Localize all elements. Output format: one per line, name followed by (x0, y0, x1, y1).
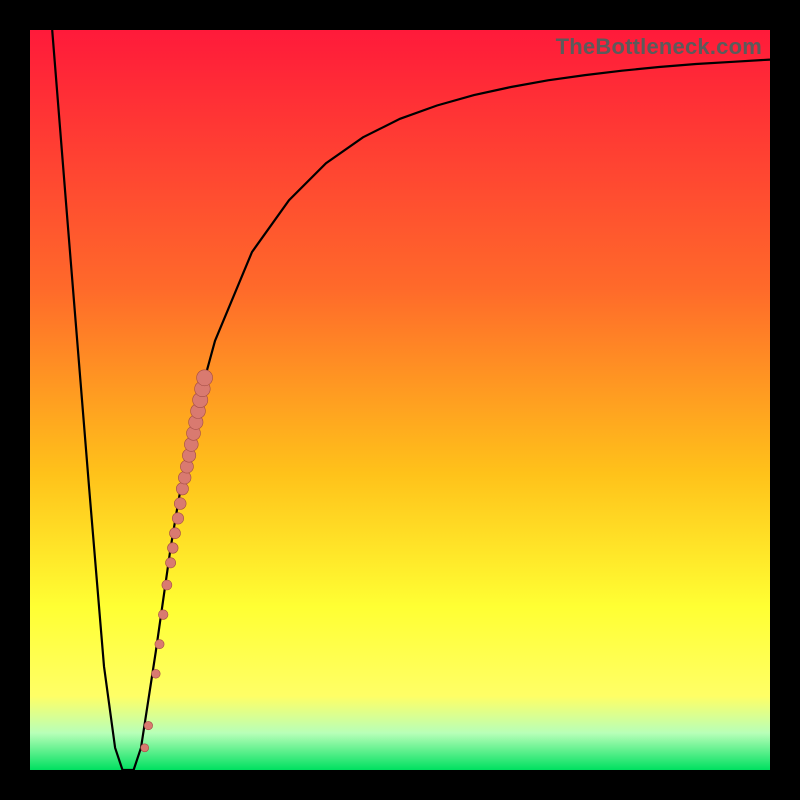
data-marker (176, 483, 188, 495)
data-marker (141, 744, 149, 752)
chart-frame: TheBottleneck.com (0, 0, 800, 800)
data-marker (166, 558, 176, 568)
plot-area: TheBottleneck.com (30, 30, 770, 770)
data-marker (151, 669, 160, 678)
data-marker (168, 543, 179, 554)
chart-svg (30, 30, 770, 770)
data-marker (172, 513, 183, 524)
data-marker (162, 580, 172, 590)
data-marker (178, 471, 191, 484)
data-marker (144, 721, 152, 729)
data-marker (170, 528, 181, 539)
data-marker (158, 610, 168, 620)
data-marker (197, 370, 213, 386)
data-marker (155, 640, 164, 649)
gradient-background (30, 30, 770, 770)
watermark-text: TheBottleneck.com (556, 34, 762, 60)
data-marker (174, 498, 186, 510)
